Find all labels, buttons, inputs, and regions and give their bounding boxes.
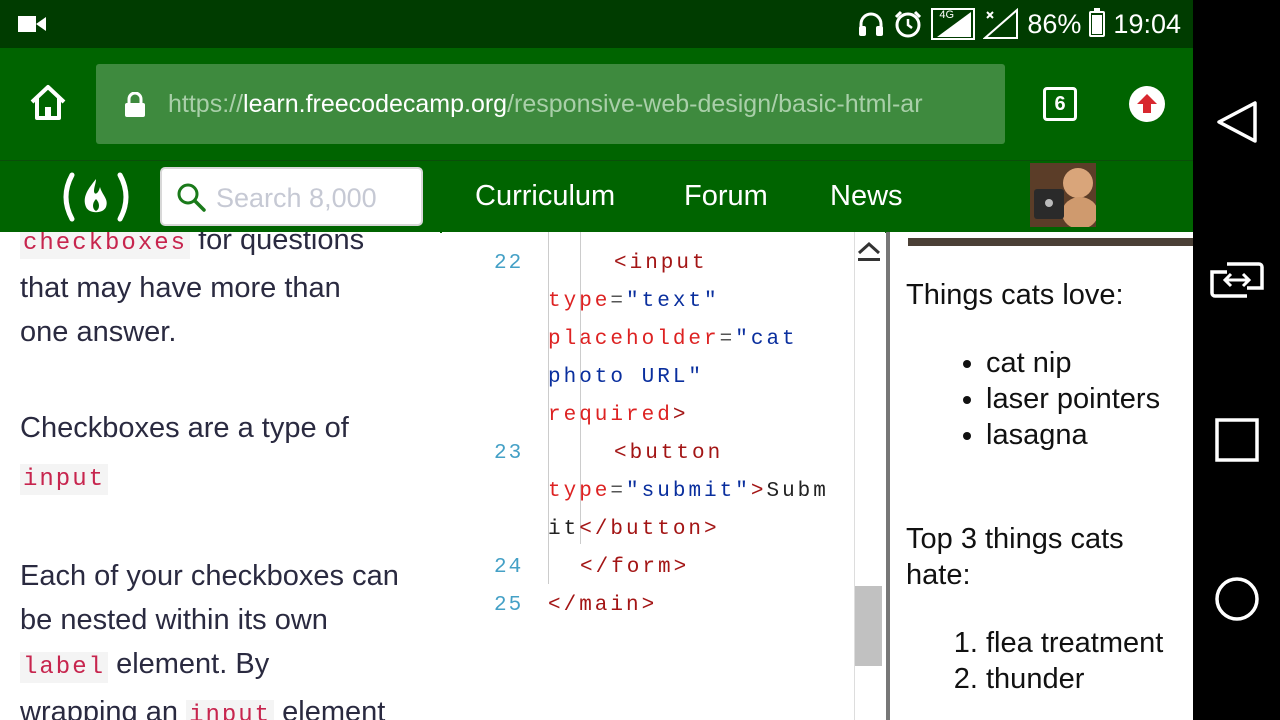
lesson-description: checkboxes for questions that may have m…	[0, 232, 440, 720]
line-number: 23	[494, 442, 524, 465]
list-item: laser pointers	[986, 381, 1186, 417]
preview-heading: Top 3 things cats hate:	[906, 523, 1124, 591]
back-triangle-icon	[1216, 101, 1257, 143]
url-bar[interactable]: https://learn.freecodecamp.org/responsiv…	[96, 64, 1005, 144]
tab-switcher-button[interactable]: 6	[1043, 87, 1077, 121]
list-item: thunder	[986, 661, 1186, 697]
headphones-icon	[857, 10, 885, 38]
code-line: required>	[548, 404, 689, 427]
list-item: flea treatment	[986, 625, 1186, 661]
list-item: lasagna	[986, 417, 1186, 453]
avatar[interactable]	[1030, 163, 1096, 227]
freecodecamp-logo[interactable]	[58, 171, 134, 223]
cat-photo	[908, 238, 1193, 246]
hate-list: flea treatment thunder	[906, 625, 1186, 697]
square-icon	[1214, 418, 1259, 462]
chevron-up-icon[interactable]	[857, 240, 881, 262]
signal-icon	[983, 8, 1019, 40]
home-icon	[30, 85, 66, 120]
code-line: 22 <input	[442, 245, 862, 283]
search-box	[160, 167, 423, 226]
list-item: cat nip	[986, 345, 1186, 381]
inline-code: label	[20, 652, 109, 683]
love-list: cat nip laser pointers lasagna	[906, 345, 1186, 453]
code-line: photo URL"	[548, 366, 705, 389]
code-line: 24 </form>	[442, 549, 862, 587]
window-switch-button[interactable]	[1193, 260, 1280, 300]
lesson-text: Checkboxes are a type of	[20, 412, 349, 444]
lesson-code-line: label element. By	[20, 642, 430, 690]
phone-screen: 4G 86% 19:04 https://learn.freecodecamp.…	[0, 0, 1193, 720]
battery-percent: 86%	[1027, 8, 1082, 39]
recents-button[interactable]	[1193, 418, 1280, 462]
lesson-code-line: input	[20, 454, 430, 502]
alarm-icon	[893, 9, 923, 39]
code-editor[interactable]: 22 <input type="text" placeholder="cat p…	[442, 232, 885, 720]
lesson-text: that may have more than	[20, 272, 341, 304]
back-button[interactable]	[1193, 100, 1280, 144]
battery-icon	[1089, 8, 1106, 37]
network-label: 4G	[939, 9, 955, 21]
lock-icon	[125, 92, 145, 117]
code-line: 25 </main>	[442, 587, 862, 625]
line-number: 24	[494, 556, 524, 579]
code-line: placeholder="cat	[548, 328, 798, 351]
clock: 19:04	[1113, 8, 1181, 39]
circle-icon	[1214, 577, 1259, 621]
android-nav-bar	[1193, 0, 1280, 720]
fire-logo-icon	[63, 172, 129, 222]
arrow-up-icon	[1137, 94, 1157, 113]
preview-heading: Things cats love:	[906, 279, 1124, 311]
search-icon	[177, 183, 206, 212]
line-number: 22	[494, 252, 524, 275]
code-line: 23 <button	[442, 435, 862, 473]
inline-code: input	[20, 464, 109, 495]
code-line: type="submit">Subm	[548, 480, 829, 503]
browser-toolbar: https://learn.freecodecamp.org/responsiv…	[0, 48, 1193, 160]
inline-code: input	[186, 700, 275, 720]
video-camera-icon	[18, 14, 46, 38]
screen-switch-icon	[1209, 262, 1264, 298]
signal-4g-icon: 4G	[931, 8, 976, 40]
home-nav-button[interactable]	[1193, 576, 1280, 622]
scrollbar-thumb[interactable]	[855, 586, 882, 666]
lesson-paragraph-1: checkboxes for questions	[20, 232, 430, 266]
lesson-text: be nested within its own	[20, 604, 328, 636]
search-input[interactable]	[214, 177, 418, 219]
lesson-text: one answer.	[20, 316, 177, 348]
url-text: https://learn.freecodecamp.org/responsiv…	[168, 90, 923, 118]
lesson-text: Each of your checkboxes can	[20, 560, 399, 592]
status-bar: 4G 86% 19:04	[0, 0, 1193, 48]
nav-link-forum[interactable]: Forum	[684, 161, 768, 231]
editor-scrollbar[interactable]	[854, 232, 884, 720]
code-line: type="text"	[548, 290, 720, 313]
inline-code: checkboxes	[20, 232, 191, 259]
lesson-code-line: wrapping an input element	[20, 690, 430, 720]
code-line: it</button>	[548, 518, 720, 541]
line-number: 25	[494, 594, 524, 617]
preview-pane: Things cats love: cat nip laser pointers…	[886, 232, 1193, 720]
fcc-navbar: Curriculum Forum News	[0, 160, 1193, 233]
home-button[interactable]	[28, 82, 68, 122]
upload-button[interactable]	[1129, 86, 1165, 122]
nav-link-curriculum[interactable]: Curriculum	[475, 161, 615, 231]
nav-link-news[interactable]: News	[830, 161, 903, 231]
